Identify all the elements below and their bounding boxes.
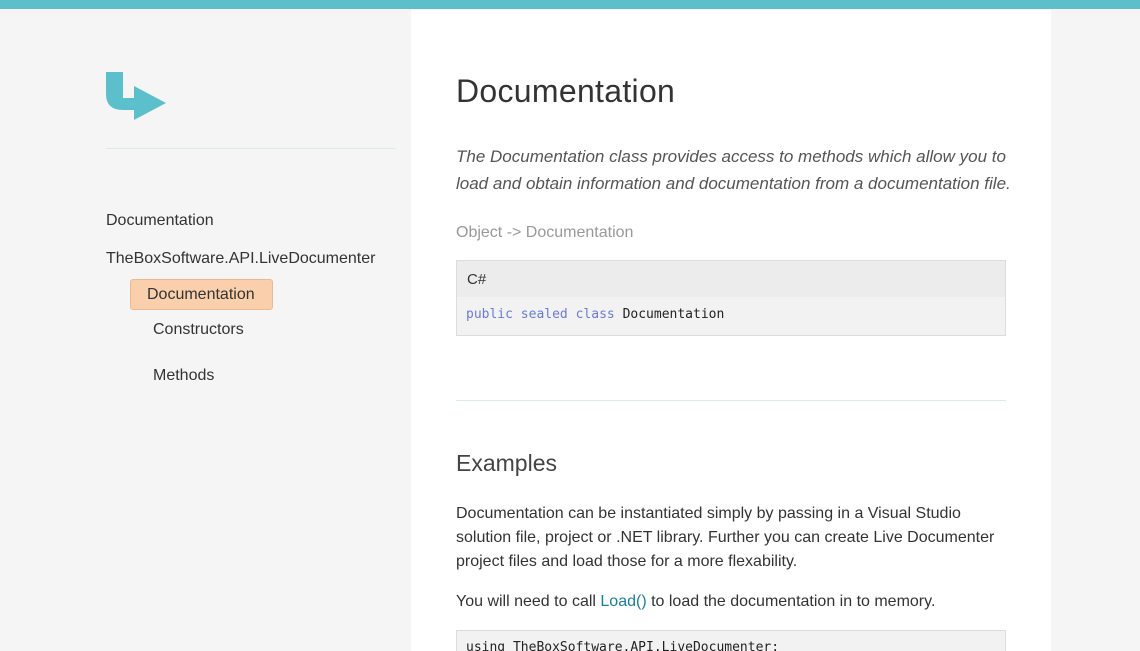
code-language-label: C# bbox=[457, 261, 1005, 297]
class-summary: The Documentation class provides access … bbox=[456, 147, 1011, 193]
sidebar-divider bbox=[106, 148, 396, 149]
main-content: Documentation The Documentation class pr… bbox=[411, 9, 1051, 651]
examples-load-paragraph: You will need to call Load() to load the… bbox=[456, 590, 1016, 614]
arrow-right-logo-icon bbox=[106, 72, 166, 120]
examples-heading: Examples bbox=[456, 450, 557, 476]
type-name: Documentation bbox=[622, 307, 725, 322]
syntax-declaration: public sealed class Documentation bbox=[457, 297, 1005, 333]
top-accent-bar bbox=[0, 0, 1140, 9]
keyword-sealed: sealed bbox=[520, 307, 568, 322]
examples-paragraph: Documentation can be instantiated simply… bbox=[456, 505, 995, 570]
load-method-link[interactable]: Load() bbox=[600, 593, 646, 610]
sidebar-item-namespace[interactable]: TheBoxSoftware.API.LiveDocumenter bbox=[106, 250, 375, 268]
inheritance-chain: Object -> Documentation bbox=[456, 224, 634, 241]
load-paragraph-text-after: to load the documentation in to memory. bbox=[646, 593, 936, 610]
load-paragraph-text-before: You will need to call bbox=[456, 593, 601, 610]
sidebar-item-documentation-root[interactable]: Documentation bbox=[106, 212, 214, 230]
example-code-block: using TheBoxSoftware.API.LiveDocumenter; bbox=[456, 630, 1006, 651]
example-code-line: using TheBoxSoftware.API.LiveDocumenter; bbox=[466, 640, 780, 651]
syntax-code-block: C# public sealed class Documentation bbox=[456, 260, 1006, 336]
sidebar: Documentation TheBoxSoftware.API.LiveDoc… bbox=[0, 9, 411, 651]
sidebar-item-methods[interactable]: Methods bbox=[153, 367, 214, 385]
logo-icon[interactable] bbox=[106, 72, 170, 126]
sidebar-item-documentation-active[interactable]: Documentation bbox=[130, 279, 273, 310]
keyword-class: class bbox=[575, 307, 615, 322]
right-margin bbox=[1051, 9, 1140, 651]
keyword-public: public bbox=[466, 307, 513, 322]
section-divider bbox=[456, 400, 1006, 401]
sidebar-item-constructors[interactable]: Constructors bbox=[153, 321, 244, 339]
page-title: Documentation bbox=[456, 73, 676, 109]
